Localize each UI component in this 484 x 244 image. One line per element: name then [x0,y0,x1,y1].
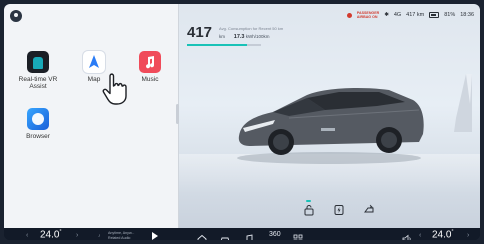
driver-temp-down-icon[interactable]: ‹ [26,232,28,239]
driver-temperature[interactable]: 24.0° [40,229,61,240]
airbag-status: PASSENGER AIRBAG ON [356,11,380,19]
volume-icon[interactable] [402,231,412,240]
range-bar [187,44,261,46]
vehicle-icon[interactable] [220,231,230,240]
clock: 18:36 [460,12,474,18]
map-icon [83,51,105,73]
consumption-caption: Avg. Consumption for Recent 50 km [219,26,284,31]
status-bar: PASSENGER AIRBAG ON ✱ 4G 417 km 81% 18:3… [346,9,474,21]
signal-indicator: 4G [393,12,402,18]
status-range: 417 km [406,12,425,18]
battery-percent: 81% [444,12,456,18]
app-label: Music [141,76,159,83]
home-icon[interactable] [197,231,207,240]
tailgate-icon[interactable] [363,204,375,216]
browser-icon [27,108,49,130]
driver-temp-up-icon[interactable]: › [76,232,78,239]
aircraft-tail-graphic [454,74,472,132]
dock-bar: ‹ 24.0° › ♪ Anytime, Anyw... Related Aud… [4,228,480,240]
passenger-temperature[interactable]: 24.0° [432,229,453,240]
media-source-icon[interactable]: ♪ [98,233,101,239]
play-icon[interactable] [152,232,158,240]
vehicle-controls [303,204,375,216]
screen: Real-time VR Assist Map Music Browser PA… [4,4,480,240]
page-indicator [306,200,311,202]
vr-assist-icon [27,51,49,73]
profile-icon[interactable] [10,10,22,22]
range-value: 417 [187,24,213,41]
app-label: Browser [26,133,50,140]
camera-360-button[interactable]: 360 [269,231,281,238]
consumption-readout: km 17.3 kWh/100km [219,34,270,40]
app-grid-icon[interactable] [293,231,303,240]
vehicle-3d-model[interactable] [229,76,429,166]
passenger-temp-up-icon[interactable]: › [467,232,469,239]
charge-port-icon[interactable] [333,204,345,216]
app-label: Real-time VR Assist [18,76,58,90]
app-vr-assist[interactable]: Real-time VR Assist [10,51,66,90]
app-browser[interactable]: Browser [10,108,66,140]
passenger-temp-down-icon[interactable]: ‹ [419,232,421,239]
battery-icon [429,12,440,18]
vehicle-panel: PASSENGER AIRBAG ON ✱ 4G 417 km 81% 18:3… [179,4,480,228]
airbag-icon [346,12,352,18]
app-panel: Real-time VR Assist Map Music Browser [4,4,179,228]
pointer-hand-icon [102,73,127,105]
music-note-icon[interactable] [244,231,254,240]
now-playing[interactable]: Anytime, Anyw... Related Audio [108,231,134,240]
app-music[interactable]: Music [122,51,178,83]
music-icon [139,51,161,73]
bluetooth-icon: ✱ [384,12,389,18]
lock-icon[interactable] [303,204,315,216]
